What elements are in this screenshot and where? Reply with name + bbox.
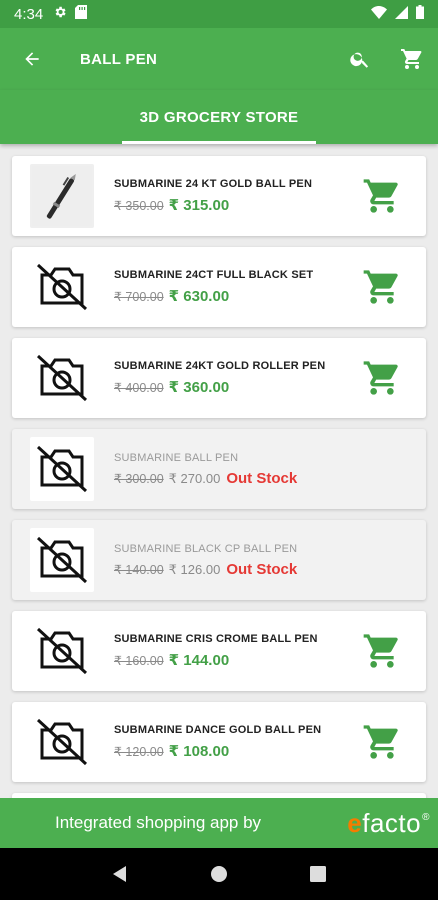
product-name: SUBMARINE BLACK CP BALL PEN (114, 542, 298, 555)
product-price: ₹ 315.00 (168, 197, 230, 214)
home-circle-icon (210, 866, 227, 882)
app-bar: BALL PEN (0, 28, 438, 90)
search-icon (350, 52, 369, 68)
back-button[interactable] (0, 28, 64, 90)
gear-icon (53, 5, 67, 23)
product-mrp: ₹ 400.00 (114, 381, 164, 395)
tab-bar: 3D GROCERY STORE (0, 90, 438, 144)
no-image-icon (36, 627, 88, 675)
status-bar: 4:34 (0, 0, 438, 28)
cart-button[interactable] (386, 28, 438, 90)
product-price: ₹ 360.00 (168, 379, 230, 396)
sd-card-icon (75, 5, 88, 23)
footer-promo-text: Integrated shopping app by (55, 813, 262, 832)
add-to-cart-button[interactable] (352, 621, 412, 681)
product-image (30, 437, 94, 501)
product-image (30, 710, 94, 774)
cart-icon (363, 725, 398, 759)
product-image (30, 528, 94, 592)
wifi-icon (371, 5, 387, 23)
product-name: SUBMARINE 24CT FULL BLACK SET (114, 269, 314, 281)
product-list[interactable]: SUBMARINE 24 KT GOLD BALL PEN ₹ 350.00 ₹… (0, 144, 438, 798)
signal-icon (395, 5, 408, 23)
product-mrp: ₹ 350.00 (114, 199, 164, 213)
out-of-stock-label: Out Stock (226, 560, 298, 578)
back-triangle-icon (112, 866, 126, 882)
product-image (30, 164, 94, 228)
no-image-icon (36, 718, 88, 766)
arrow-left-icon (25, 52, 39, 66)
product-mrp: ₹ 140.00 (114, 562, 164, 577)
pen-photo (32, 166, 92, 226)
product-card[interactable]: SUBMARINE CRIS CROME BALL PEN ₹ 160.00 ₹… (12, 611, 426, 691)
status-time: 4:34 (14, 5, 44, 23)
no-image-icon (36, 536, 88, 584)
product-name: SUBMARINE BALL PEN (114, 451, 239, 464)
product-mrp: ₹ 300.00 (114, 471, 164, 486)
product-image (30, 619, 94, 683)
out-of-stock-label: Out Stock (226, 469, 298, 487)
cart-icon (363, 270, 398, 304)
product-price: ₹ 270.00 (168, 470, 221, 486)
product-mrp: ₹ 700.00 (114, 290, 164, 304)
product-name: SUBMARINE 24 KT GOLD BALL PEN (114, 178, 313, 190)
product-price: ₹ 108.00 (168, 743, 230, 760)
no-image-icon (36, 263, 88, 311)
cart-icon (363, 179, 398, 213)
add-to-cart-button[interactable] (352, 257, 412, 317)
add-to-cart-button[interactable] (352, 348, 412, 408)
product-card[interactable]: SUBMARINE BLACK CP BALL PEN ₹ 140.00 ₹ 1… (12, 520, 426, 600)
product-name: SUBMARINE CRIS CROME BALL PEN (114, 633, 318, 645)
product-name: SUBMARINE 24KT GOLD ROLLER PEN (114, 360, 326, 372)
product-price: ₹ 630.00 (168, 288, 230, 305)
product-price: ₹ 126.00 (168, 561, 221, 577)
cart-icon (363, 361, 398, 395)
product-mrp: ₹ 120.00 (114, 745, 164, 759)
product-image (30, 346, 94, 410)
efacto-logo[interactable]: e facto ® (347, 808, 430, 839)
product-name: SUBMARINE DANCE GOLD BALL PEN (114, 724, 322, 736)
nav-recents-button[interactable] (298, 854, 338, 894)
product-card[interactable]: SUBMARINE DANCE GOLD BALL PEN ₹ 120.00 ₹… (12, 702, 426, 782)
cart-icon (401, 49, 422, 69)
product-price: ₹ 144.00 (168, 652, 230, 669)
product-card[interactable]: SUBMARINE BALL PEN ₹ 300.00 ₹ 270.00 Out… (12, 429, 426, 509)
product-image (30, 255, 94, 319)
product-card[interactable]: SUBMARINE 24KT GOLD ROLLER PEN ₹ 400.00 … (12, 338, 426, 418)
no-image-icon (36, 445, 88, 493)
product-mrp: ₹ 160.00 (114, 654, 164, 668)
page-title: BALL PEN (80, 50, 158, 68)
cart-icon (363, 634, 398, 668)
product-card[interactable]: SUBMARINE 24 KT GOLD BALL PEN ₹ 350.00 ₹… (12, 156, 426, 236)
nav-home-button[interactable] (199, 854, 239, 894)
search-button[interactable] (334, 28, 386, 90)
footer-banner[interactable]: Integrated shopping app by e facto ® (0, 798, 438, 848)
recents-square-icon (310, 866, 327, 882)
nav-back-button[interactable] (100, 854, 140, 894)
battery-icon (416, 5, 424, 23)
add-to-cart-button[interactable] (352, 712, 412, 772)
add-to-cart-button[interactable] (352, 166, 412, 226)
no-image-icon (36, 354, 88, 402)
system-nav-bar (0, 848, 438, 900)
product-card[interactable]: SUBMARINE 24CT FULL BLACK SET ₹ 700.00 ₹… (12, 247, 426, 327)
tab-store[interactable]: 3D GROCERY STORE (122, 90, 316, 144)
